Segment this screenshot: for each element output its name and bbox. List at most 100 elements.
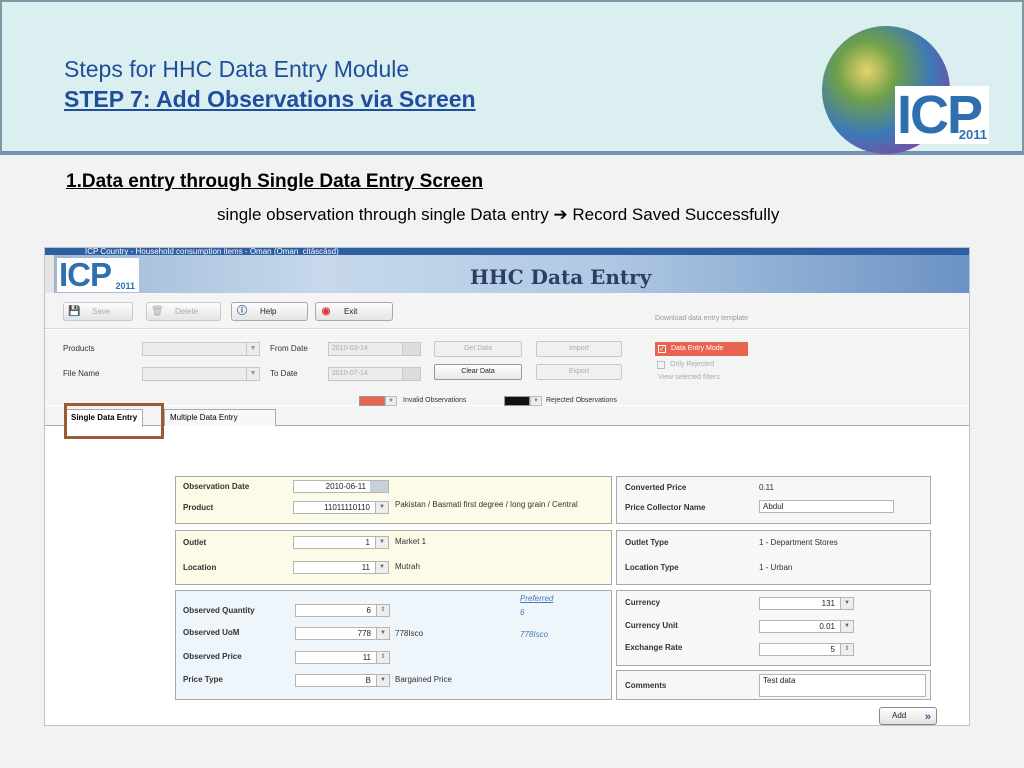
to-date-input[interactable]: 2010-07-14 [328,367,421,381]
observed-uom-description: 778Isco [395,629,424,638]
calendar-icon[interactable] [402,368,420,380]
export-button[interactable]: Export [536,364,622,380]
price-type-select[interactable]: B ▼ [295,674,390,687]
to-date-label: To Date [270,369,298,378]
preferred-uom: 778Isco [520,630,549,639]
only-rejected-checkbox[interactable] [657,361,665,369]
add-button[interactable]: Add » [879,707,937,725]
data-entry-mode-checkbox[interactable]: ✓ Data Entry Mode [655,342,748,356]
observed-quantity-input[interactable]: 6 ⇕ [295,604,390,617]
help-button[interactable]: ⓘ Help [231,302,308,321]
get-data-button[interactable]: Get Data [434,341,522,357]
comments-panel: Comments Test data [616,670,931,700]
chevron-down-icon[interactable]: ▼ [385,396,397,406]
outlet-type-panel: Outlet Type 1 - Department Stores Locati… [616,530,931,585]
spinner-icon[interactable]: ⇕ [840,644,853,655]
currency-unit-value: 0.01 [819,622,835,631]
exit-icon: ◉ [321,305,331,317]
icp-logo-year: 2011 [958,127,987,142]
exit-button[interactable]: ◉ Exit [315,302,393,321]
add-button-label: Add [892,711,907,720]
products-select[interactable]: ▼ [142,342,260,356]
observed-values-panel: Preferred 6 Observed Quantity 6 ⇕ Observ… [175,590,612,700]
invalid-color-swatch[interactable] [359,396,385,406]
tab-multiple-data-entry[interactable]: Multiple Data Entry [164,409,276,426]
observed-quantity-label: Observed Quantity [183,606,255,615]
currency-select[interactable]: 131 ▼ [759,597,854,610]
file-name-label: File Name [63,369,100,378]
location-type-label: Location Type [625,563,679,572]
save-button[interactable]: 💾 Save [63,302,133,321]
slide-title: Steps for HHC Data Entry Module [64,56,410,82]
app-logo-year: 2011 [115,281,135,291]
calendar-icon[interactable] [370,481,388,492]
preferred-link[interactable]: Preferred [520,594,553,603]
location-select[interactable]: 11 ▼ [293,561,389,574]
side-strip [45,255,55,293]
chevron-down-icon: ▼ [840,598,853,609]
exchange-rate-value: 5 [830,645,835,654]
download-template-link[interactable]: Download data entry template [655,315,748,322]
comments-textarea[interactable]: Test data [759,674,926,697]
calendar-icon[interactable] [402,343,420,355]
double-chevron-right-icon: » [924,711,931,723]
chevron-down-icon: ▼ [246,368,259,380]
location-description: Mutrah [395,562,420,571]
product-code-value: 11011110110 [324,503,370,512]
outlet-label: Outlet [183,538,207,547]
currency-panel: Currency 131 ▼ Currency Unit 0.01 ▼ Exch… [616,590,931,666]
only-rejected-label: Only Rejected [670,361,714,368]
currency-value: 131 [821,599,835,608]
file-name-select[interactable]: ▼ [142,367,260,381]
from-date-value: 2010-03-14 [332,345,368,352]
app-titlebar: ICP Country - Household consumption item… [45,248,969,255]
help-button-label: Help [260,307,277,316]
section-subheading: single observation through single Data e… [217,205,780,224]
observed-uom-select[interactable]: 778 ▼ [295,627,390,640]
checkmark-icon: ✓ [658,345,666,353]
location-label: Location [183,563,217,572]
from-date-input[interactable]: 2010-03-14 [328,342,421,356]
slide-step-title: STEP 7: Add Observations via Screen [64,86,476,112]
save-button-label: Save [92,307,111,316]
floppy-disk-icon: 💾 [68,305,81,317]
price-type-description: Bargained Price [395,675,452,684]
chevron-down-icon[interactable]: ▼ [530,396,542,406]
outlet-value: 1 [365,538,370,547]
products-label: Products [63,344,95,353]
outlet-type-value: 1 - Department Stores [759,538,838,547]
app-logo: ICP 2011 [57,258,139,292]
observation-date-input[interactable]: 2010-06-11 [293,480,389,493]
rejected-color-swatch[interactable] [504,396,530,406]
product-label: Product [183,503,214,512]
currency-unit-select[interactable]: 0.01 ▼ [759,620,854,633]
price-collector-label: Price Collector Name [625,503,706,512]
view-selected-filters-link[interactable]: View selected filters [658,374,720,381]
toolbar: 💾 Save 🗑 Delete ⓘ Help ◉ Exit Download d… [45,293,969,329]
converted-price-value: 0.11 [759,483,774,492]
outlet-select[interactable]: 1 ▼ [293,536,389,549]
import-button[interactable]: Import [536,341,622,357]
product-select[interactable]: 11011110110 ▼ [293,501,389,514]
spinner-icon[interactable]: ⇕ [376,652,389,663]
filter-area: Products ▼ File Name ▼ From Date 2010-03… [45,330,969,406]
comments-label: Comments [625,681,667,690]
preferred-value: 6 [520,608,525,617]
tab-bar: Single Data Entry Multiple Data Entry [45,406,969,427]
outlet-type-label: Outlet Type [625,538,669,547]
delete-button-label: Delete [175,307,199,316]
chevron-down-icon: ▼ [376,675,389,686]
observed-price-input[interactable]: 11 ⇕ [295,651,390,664]
exchange-rate-input[interactable]: 5 ⇕ [759,643,854,656]
app-banner-title: HHC Data Entry [470,265,652,289]
price-collector-input[interactable]: Abdul [759,500,894,513]
app-banner: ICP 2011 HHC Data Entry [45,255,969,293]
invalid-observations-label: Invalid Observations [403,397,467,404]
clear-data-button[interactable]: Clear Data [434,364,522,380]
observation-product-panel: Observation Date 2010-06-11 Product 1101… [175,476,612,524]
delete-button[interactable]: 🗑 Delete [146,302,221,321]
rejected-observations-label: Rejected Observations [546,397,617,404]
location-value: 11 [361,563,370,572]
observation-date-label: Observation Date [183,482,250,491]
spinner-icon[interactable]: ⇕ [376,605,389,616]
